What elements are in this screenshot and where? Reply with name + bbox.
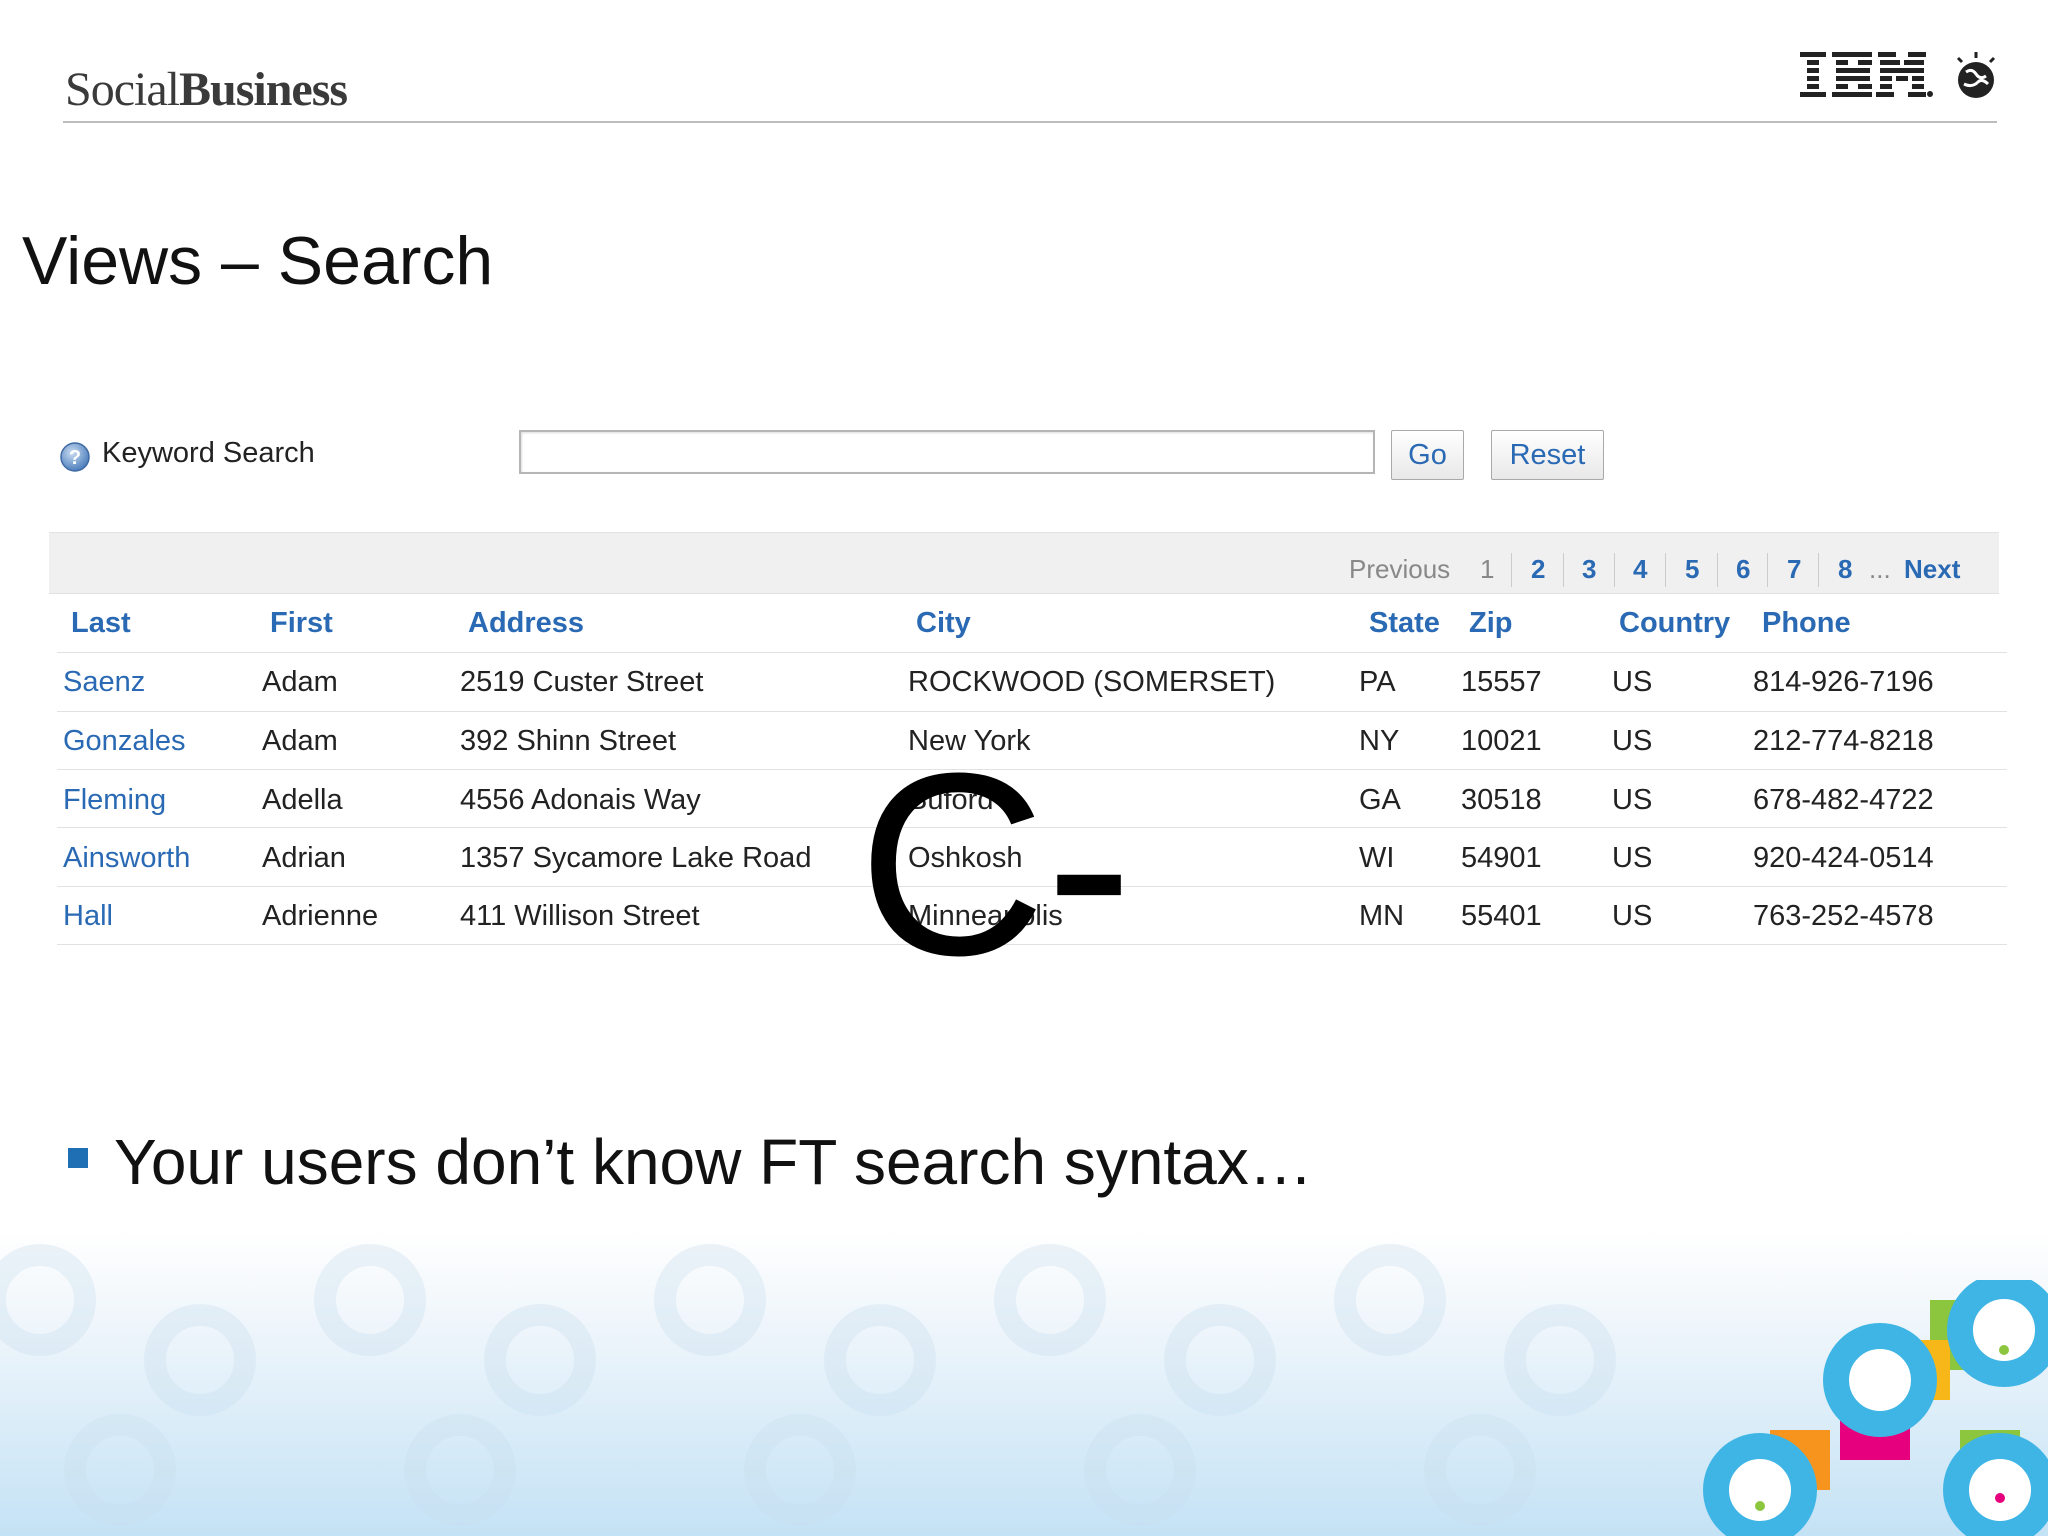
cell-zip: 30518: [1461, 784, 1542, 816]
keyword-search-input[interactable]: [519, 430, 1375, 474]
pager-current-page: 1: [1480, 554, 1495, 584]
bullet-text: Your users don’t know FT search syntax…: [114, 1126, 1313, 1198]
cell-zip: 10021: [1461, 725, 1542, 757]
cell-country: US: [1612, 784, 1653, 816]
cell-country: US: [1612, 900, 1653, 932]
cell-address: 392 Shinn Street: [460, 725, 677, 757]
pager-previous: Previous: [1349, 554, 1451, 584]
cell-country: US: [1612, 666, 1653, 698]
column-header-zip[interactable]: Zip: [1469, 607, 1513, 640]
cell-last-link[interactable]: Saenz: [63, 666, 145, 699]
cell-phone: 920-424-0514: [1753, 842, 1934, 874]
header-divider: [63, 121, 1997, 123]
header-row-divider: [57, 652, 2007, 653]
cell-first: Adam: [262, 666, 338, 698]
pager-ellipsis: ...: [1869, 554, 1891, 584]
social-business-logo: SocialBusiness: [65, 62, 348, 117]
pager-page-link[interactable]: 4: [1633, 553, 1647, 585]
pager-separator: [1665, 553, 1666, 587]
pager-page-link[interactable]: 2: [1531, 553, 1545, 585]
cell-state: GA: [1359, 784, 1401, 816]
slide-title: Views – Search: [22, 223, 494, 299]
cell-last-link[interactable]: Gonzales: [63, 725, 186, 758]
cell-city: ROCKWOOD (SOMERSET): [908, 666, 1276, 698]
bullet-square-icon: [68, 1148, 88, 1168]
cell-phone: 814-926-7196: [1753, 666, 1934, 698]
go-button[interactable]: Go: [1391, 430, 1464, 480]
column-header-country[interactable]: Country: [1619, 607, 1730, 640]
brand-bold-text: Business: [178, 63, 348, 116]
column-header-first[interactable]: First: [270, 607, 333, 640]
help-icon[interactable]: ?: [59, 441, 91, 473]
cell-country: US: [1612, 842, 1653, 874]
cell-address: 1357 Sycamore Lake Road: [460, 842, 812, 874]
column-header-address[interactable]: Address: [468, 607, 584, 640]
cell-zip: 54901: [1461, 842, 1542, 874]
cell-first: Adrienne: [262, 900, 379, 932]
keyword-search-label: Keyword Search: [102, 437, 315, 469]
cell-phone: 212-774-8218: [1753, 725, 1934, 757]
cell-first: Adella: [262, 784, 343, 816]
brand-light-text: Social: [65, 63, 180, 116]
cell-first: Adrian: [262, 842, 346, 874]
cell-phone: 678-482-4722: [1753, 784, 1934, 816]
pager-bar: [49, 532, 1999, 594]
pager-separator: [1563, 553, 1564, 587]
column-header-city[interactable]: City: [916, 607, 971, 640]
column-header-phone[interactable]: Phone: [1762, 607, 1851, 640]
cell-state: WI: [1359, 842, 1395, 874]
cell-last-link[interactable]: Fleming: [63, 784, 166, 817]
cell-zip: 15557: [1461, 666, 1542, 698]
cell-state: MN: [1359, 900, 1405, 932]
pager-page-link[interactable]: 7: [1787, 553, 1801, 585]
pager-page-link[interactable]: 3: [1582, 553, 1596, 585]
pager-page-link[interactable]: 8: [1838, 553, 1852, 585]
row-divider: [57, 711, 2007, 712]
pager-page-link[interactable]: 6: [1736, 553, 1750, 585]
cell-address: 4556 Adonais Way: [460, 784, 701, 816]
pager-separator: [1767, 553, 1768, 587]
grade-overlay: C-: [858, 720, 1133, 1010]
pager-page-link[interactable]: 5: [1685, 553, 1699, 585]
cell-last-link[interactable]: Hall: [63, 900, 113, 933]
cell-phone: 763-252-4578: [1753, 900, 1934, 932]
ibm-logo: [1800, 52, 1996, 98]
pager-separator: [1818, 553, 1819, 587]
reset-button[interactable]: Reset: [1491, 430, 1604, 480]
pager-separator: [1717, 553, 1718, 587]
column-header-state[interactable]: State: [1369, 607, 1440, 640]
column-header-last[interactable]: Last: [71, 607, 131, 640]
cell-address: 411 Willison Street: [460, 900, 700, 932]
decorative-circles: [1703, 1280, 2048, 1536]
cell-state: PA: [1359, 666, 1396, 698]
cell-first: Adam: [262, 725, 338, 757]
svg-text:?: ?: [69, 447, 81, 469]
cell-address: 2519 Custer Street: [460, 666, 704, 698]
pager-next[interactable]: Next: [1904, 553, 1960, 585]
cell-last-link[interactable]: Ainsworth: [63, 842, 190, 875]
cell-state: NY: [1359, 725, 1400, 757]
pager-separator: [1614, 553, 1615, 587]
cell-country: US: [1612, 725, 1653, 757]
pager-separator: [1511, 553, 1512, 587]
cell-zip: 55401: [1461, 900, 1542, 932]
